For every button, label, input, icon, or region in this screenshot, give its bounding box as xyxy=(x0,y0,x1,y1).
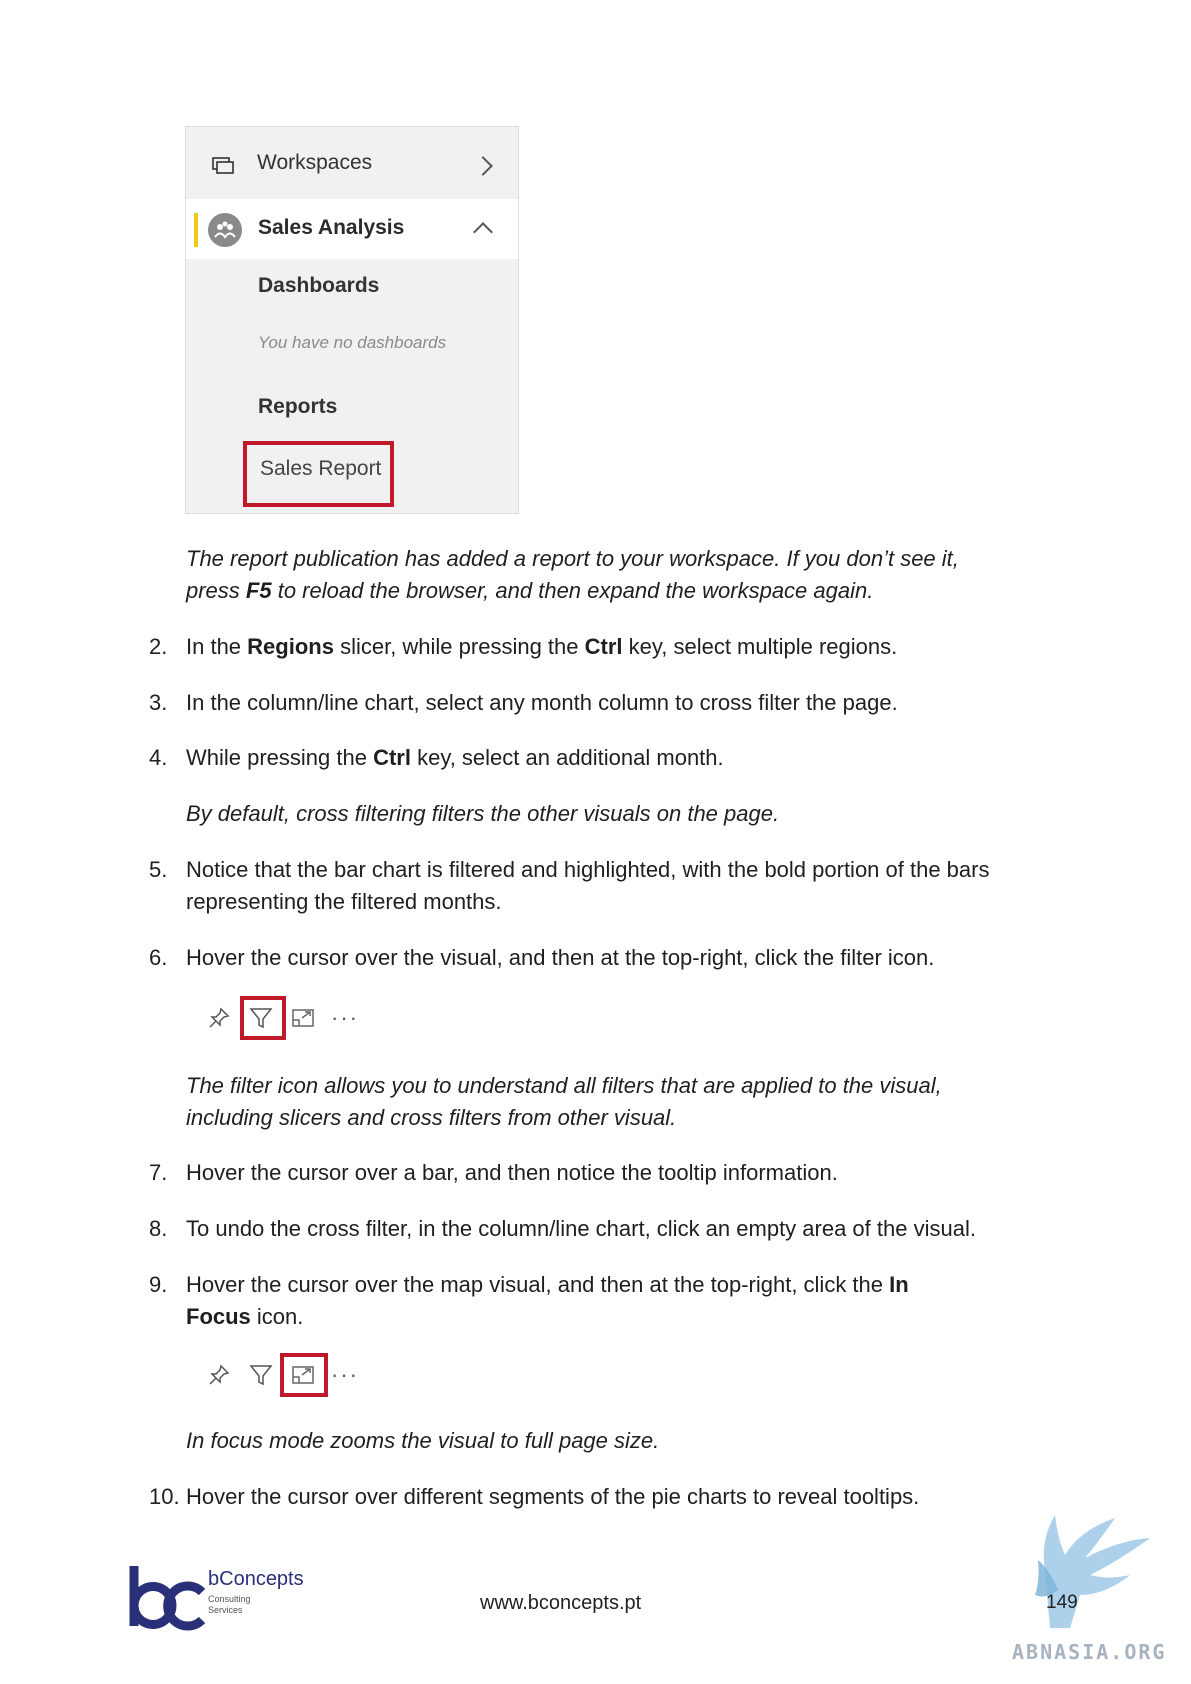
focus-mode-icon[interactable] xyxy=(286,996,320,1040)
navigation-pane-screenshot: Workspaces Sales Analysis Dashboards You… xyxy=(185,126,519,514)
visual-header-toolbar: ··· xyxy=(200,1353,370,1397)
nav-reports-header: Reports xyxy=(258,395,338,418)
bconcepts-logo: bConcepts Consulting Services xyxy=(126,1566,316,1632)
step-number: 8. xyxy=(149,1216,168,1241)
chevron-right-icon[interactable] xyxy=(473,156,493,176)
step-3-text: In the column/line chart, select any mon… xyxy=(186,690,898,715)
step-9-line1: Hover the cursor over the map visual, an… xyxy=(186,1272,909,1297)
note-focus-mode: In focus mode zooms the visual to full p… xyxy=(186,1428,660,1453)
step-8-text: To undo the cross filter, in the column/… xyxy=(186,1216,976,1241)
nav-workspaces-label: Workspaces xyxy=(257,151,373,174)
step-5-line1: Notice that the bar chart is filtered an… xyxy=(186,857,990,882)
workspace-avatar-icon xyxy=(208,213,242,247)
step-4-text: While pressing the Ctrl key, select an a… xyxy=(186,745,724,770)
step-6-text: Hover the cursor over the visual, and th… xyxy=(186,945,935,970)
more-options-icon[interactable]: ··· xyxy=(328,996,362,1040)
brand-subtitle: Consulting xyxy=(208,1594,251,1604)
pin-icon[interactable] xyxy=(202,996,236,1040)
step-7-text: Hover the cursor over a bar, and then no… xyxy=(186,1160,838,1185)
watermark-text: ABNASIA.ORG xyxy=(1012,1640,1167,1664)
step-number: 5. xyxy=(149,857,168,882)
note-filter-line2: including slicers and cross filters from… xyxy=(186,1105,677,1130)
griffin-watermark-icon xyxy=(1035,1515,1150,1628)
nav-workspace-label: Sales Analysis xyxy=(258,216,405,239)
note-publication-line1: The report publication has added a repor… xyxy=(186,546,959,571)
step-number: 2. xyxy=(149,634,168,659)
brand-subtitle: Services xyxy=(208,1605,243,1615)
page-number: 149 xyxy=(1046,1592,1078,1613)
pin-icon[interactable] xyxy=(202,1353,236,1397)
step-number: 4. xyxy=(149,745,168,770)
workspaces-icon xyxy=(212,157,234,174)
step-5-line2: representing the filtered months. xyxy=(186,889,502,914)
highlight-box xyxy=(280,1353,328,1397)
nav-workspaces-item[interactable]: Workspaces xyxy=(186,127,518,199)
note-publication-line2: press F5 to reload the browser, and then… xyxy=(186,578,874,603)
visual-header-toolbar: ··· xyxy=(200,996,370,1040)
nav-dashboards-empty: You have no dashboards xyxy=(258,333,447,352)
step-2-text: In the Regions slicer, while pressing th… xyxy=(186,634,898,659)
step-10-text: Hover the cursor over different segments… xyxy=(186,1484,920,1509)
note-cross-filtering: By default, cross filtering filters the … xyxy=(186,801,780,826)
filter-icon[interactable] xyxy=(244,1353,278,1397)
chevron-up-icon[interactable] xyxy=(473,222,493,242)
nav-workspace-sales-analysis[interactable]: Sales Analysis xyxy=(186,199,518,259)
step-9-line2: Focus icon. xyxy=(186,1304,304,1329)
active-indicator xyxy=(194,213,198,247)
nav-sales-report-link[interactable]: Sales Report xyxy=(260,457,381,481)
note-filter-line1: The filter icon allows you to understand… xyxy=(186,1073,942,1098)
step-number: 10. xyxy=(149,1484,180,1509)
nav-dashboards-header: Dashboards xyxy=(258,274,380,297)
step-number: 7. xyxy=(149,1160,168,1185)
more-options-icon[interactable]: ··· xyxy=(328,1353,362,1397)
brand-name: bConcepts xyxy=(208,1568,304,1590)
step-number: 6. xyxy=(149,945,168,970)
step-number: 3. xyxy=(149,690,168,715)
bconcepts-logo-mark-icon xyxy=(129,1566,206,1631)
highlight-box xyxy=(240,996,286,1040)
footer-url: www.bconcepts.pt xyxy=(480,1592,642,1614)
step-number: 9. xyxy=(149,1272,168,1297)
